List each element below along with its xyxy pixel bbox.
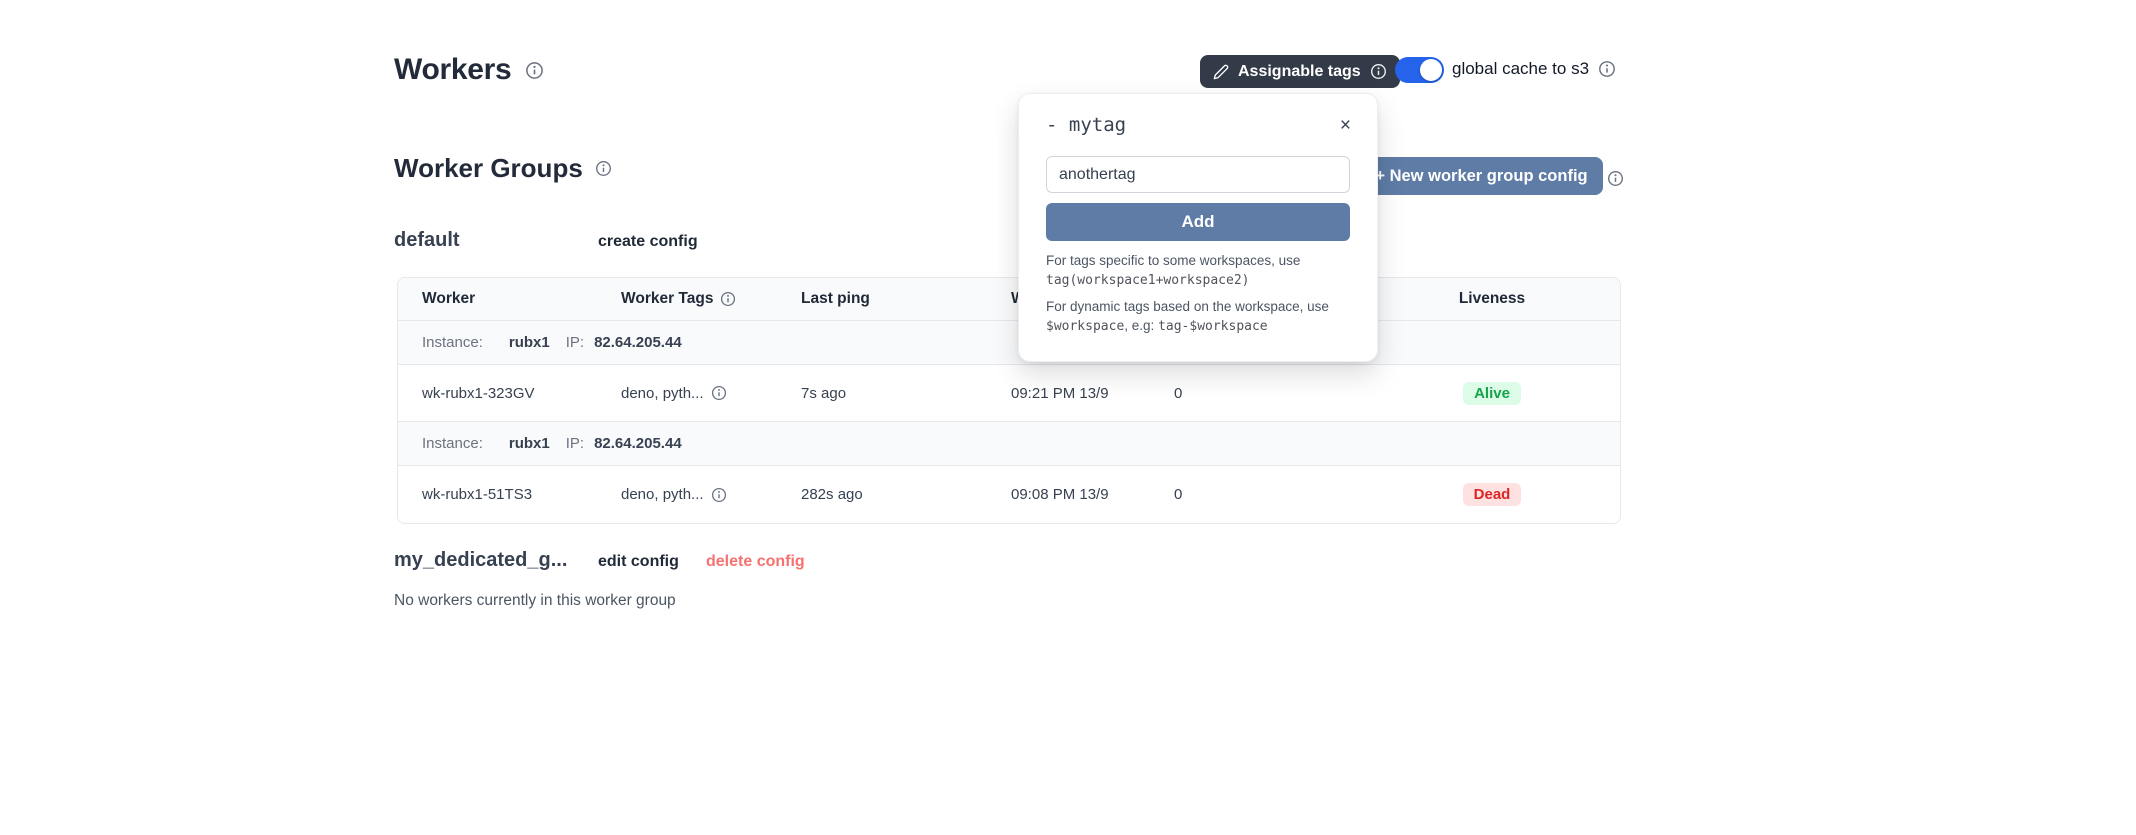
header-worker-tags: Worker Tags xyxy=(621,290,801,308)
tag-row: - mytag × xyxy=(1046,114,1355,136)
instance-name: rubx1 xyxy=(509,435,550,452)
tags-help-workspaces: For tags specific to some workspaces, us… xyxy=(1046,251,1356,290)
help2-sep: , e.g: xyxy=(1124,318,1158,333)
ip-label: IP: xyxy=(566,435,584,452)
edit-config-button[interactable]: edit config xyxy=(598,553,679,571)
worker-groups-title: Worker Groups xyxy=(394,153,612,184)
assignable-tags-info-icon[interactable] xyxy=(1370,63,1387,80)
worker-tags-row-info-icon[interactable] xyxy=(711,385,727,401)
help2-code1: $workspace xyxy=(1046,319,1124,334)
worker-name: wk-rubx1-51TS3 xyxy=(398,486,621,503)
worker-row: wk-rubx1-323GV deno, pyth... 7s ago 09:2… xyxy=(398,365,1620,422)
worker-tags: deno, pyth... xyxy=(621,385,704,402)
liveness-badge: Alive xyxy=(1463,382,1521,405)
header-worker: Worker xyxy=(398,290,621,308)
create-config-button[interactable]: create config xyxy=(598,233,698,251)
new-worker-group-config-button[interactable]: + New worker group config xyxy=(1360,157,1603,195)
worker-tags-info-icon[interactable] xyxy=(720,291,736,307)
worker-start: 09:21 PM 13/9 xyxy=(1011,385,1174,402)
tag-item: - mytag xyxy=(1046,114,1126,136)
pencil-icon xyxy=(1213,64,1229,80)
global-cache-label: global cache to s3 xyxy=(1452,59,1589,79)
instance-label: Instance: xyxy=(422,334,483,351)
worker-jobs: 0 xyxy=(1174,486,1364,503)
worker-row: wk-rubx1-51TS3 deno, pyth... 282s ago 09… xyxy=(398,466,1620,523)
instance-name: rubx1 xyxy=(509,334,550,351)
group-name-my-dedicated: my_dedicated_g... xyxy=(394,549,567,572)
add-tag-button[interactable]: Add xyxy=(1046,203,1350,241)
global-cache-info-icon[interactable] xyxy=(1598,60,1616,78)
worker-groups-info-icon[interactable] xyxy=(595,160,612,177)
worker-last-ping: 282s ago xyxy=(801,486,1011,503)
page-title: Workers xyxy=(394,53,544,87)
new-worker-group-config-info-icon[interactable] xyxy=(1607,170,1624,187)
help2-code2: tag-$workspace xyxy=(1158,319,1268,334)
instance-row: Instance: rubx1 IP: 82.64.205.44 xyxy=(398,321,1620,365)
worker-last-ping: 7s ago xyxy=(801,385,1011,402)
liveness-badge: Dead xyxy=(1463,483,1522,506)
workers-info-icon[interactable] xyxy=(525,61,544,80)
worker-start: 09:08 PM 13/9 xyxy=(1011,486,1174,503)
worker-groups-title-text: Worker Groups xyxy=(394,153,583,184)
ip-label: IP: xyxy=(566,334,584,351)
delete-config-button[interactable]: delete config xyxy=(706,553,805,571)
ip-value: 82.64.205.44 xyxy=(594,334,682,351)
worker-tags: deno, pyth... xyxy=(621,486,704,503)
empty-group-message: No workers currently in this worker grou… xyxy=(394,592,676,610)
help1-text: For tags specific to some workspaces, us… xyxy=(1046,253,1300,268)
header-worker-tags-label: Worker Tags xyxy=(621,290,713,308)
assignable-tags-button[interactable]: Assignable tags xyxy=(1200,55,1400,88)
instance-row: Instance: rubx1 IP: 82.64.205.44 xyxy=(398,422,1620,466)
new-tag-input[interactable] xyxy=(1046,156,1350,193)
workers-table: Worker Worker Tags Last ping W Liveness … xyxy=(397,277,1621,524)
remove-tag-button[interactable]: × xyxy=(1336,116,1355,135)
assignable-tags-label: Assignable tags xyxy=(1238,63,1361,81)
table-header-row: Worker Worker Tags Last ping W Liveness xyxy=(398,278,1620,321)
help1-code: tag(workspace1+workspace2) xyxy=(1046,273,1250,288)
page-title-text: Workers xyxy=(394,53,511,87)
header-liveness: Liveness xyxy=(1364,290,1620,308)
worker-tags-row-info-icon[interactable] xyxy=(711,487,727,503)
instance-label: Instance: xyxy=(422,435,483,452)
header-last-ping: Last ping xyxy=(801,290,1011,308)
tags-help-dynamic: For dynamic tags based on the workspace,… xyxy=(1046,297,1356,336)
group-name-default: default xyxy=(394,229,460,252)
toggle-knob xyxy=(1420,59,1442,81)
worker-name: wk-rubx1-323GV xyxy=(398,385,621,402)
help2-text: For dynamic tags based on the workspace,… xyxy=(1046,299,1329,314)
ip-value: 82.64.205.44 xyxy=(594,435,682,452)
assignable-tags-popover: - mytag × Add For tags specific to some … xyxy=(1018,93,1378,362)
global-cache-toggle[interactable] xyxy=(1395,57,1444,83)
worker-jobs: 0 xyxy=(1174,385,1364,402)
